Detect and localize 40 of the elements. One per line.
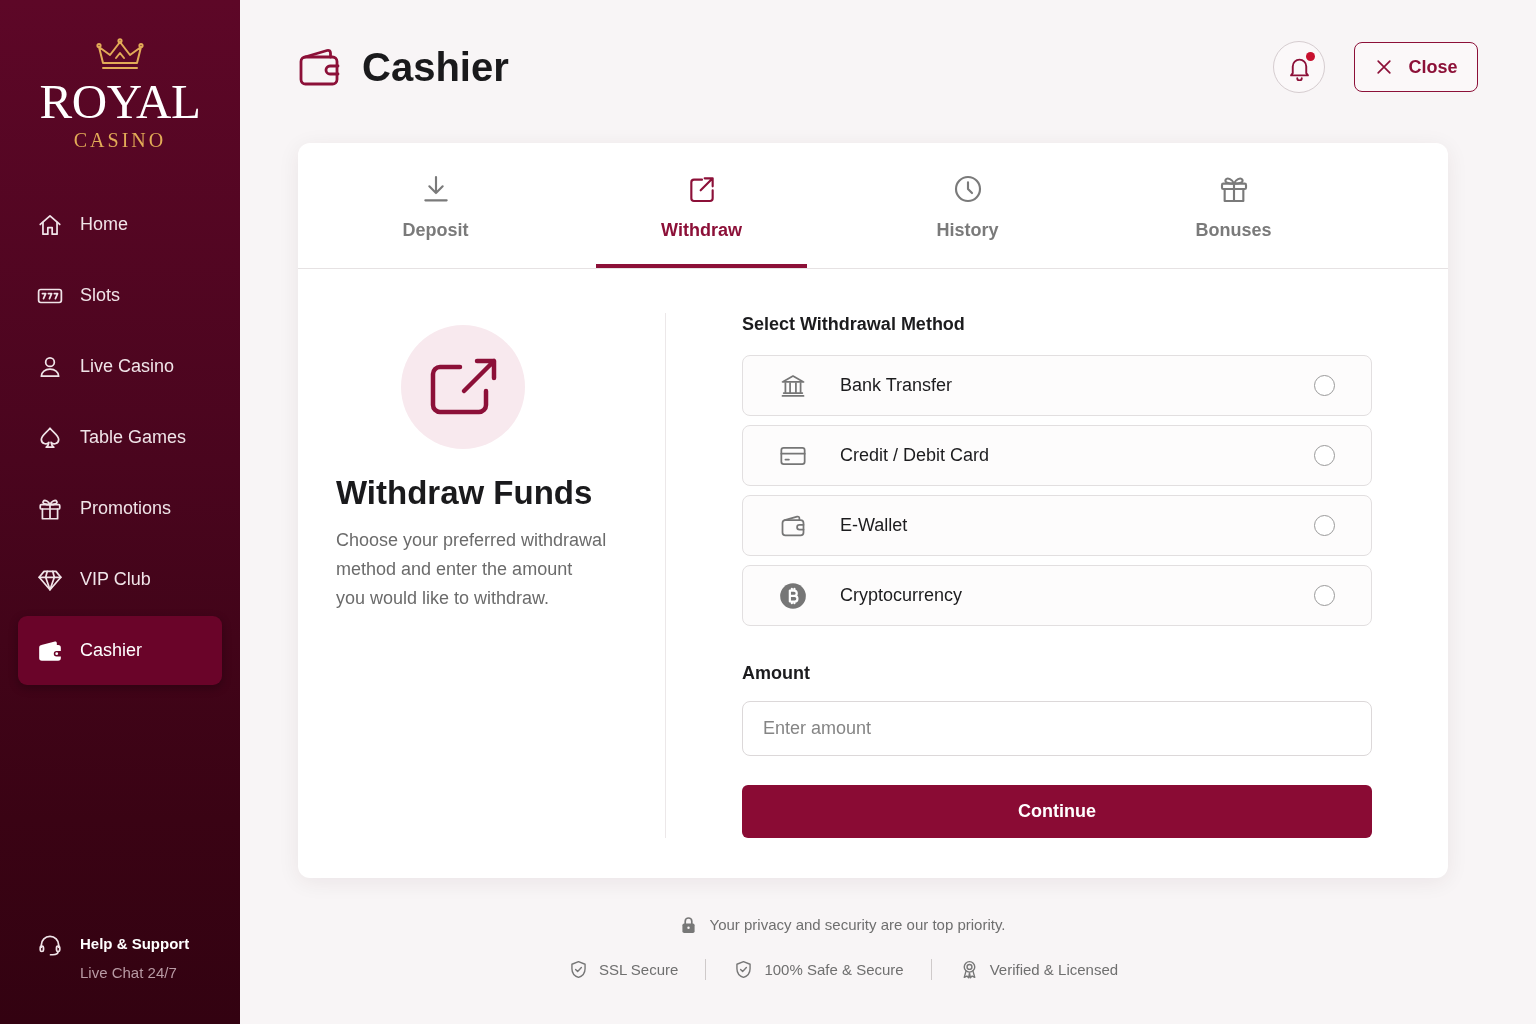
logo-title: ROYAL <box>39 78 201 126</box>
tab[interactable]: Bonuses <box>1128 143 1339 268</box>
amount-input[interactable]: Enter amount <box>742 701 1372 756</box>
wallet-icon <box>298 47 342 87</box>
badge-label: 100% Safe & Secure <box>764 959 904 980</box>
support-link[interactable]: Help & Support Live Chat 24/7 <box>18 934 190 983</box>
radio-button[interactable] <box>1314 585 1335 606</box>
tab[interactable]: Deposit <box>330 143 541 268</box>
nav-item[interactable]: Table Games <box>18 403 222 472</box>
nav-item[interactable]: VIP Club <box>18 545 222 614</box>
nav-item[interactable]: Home <box>18 190 222 259</box>
radio-button[interactable] <box>1314 445 1335 466</box>
section-heading: Select Withdrawal Method <box>742 313 966 335</box>
bitcoin-icon <box>779 581 807 610</box>
method-option[interactable]: Cryptocurrency <box>742 565 1372 626</box>
method-option[interactable]: Bank Transfer <box>742 355 1372 416</box>
nav-item[interactable]: Promotions <box>18 474 222 543</box>
badge-label: Verified & Licensed <box>989 959 1119 980</box>
method-option[interactable]: E-Wallet <box>742 495 1372 556</box>
method-option[interactable]: Credit / Debit Card <box>742 425 1372 486</box>
nav-item[interactable]: Live Casino <box>18 332 222 401</box>
panel-title: Withdraw Funds <box>336 473 594 513</box>
page-title: Cashier <box>362 44 509 91</box>
field-label: Amount <box>742 662 811 684</box>
notifications-button[interactable] <box>1273 41 1325 93</box>
badge-label: SSL Secure <box>598 959 679 980</box>
radio-button[interactable] <box>1314 375 1335 396</box>
crown-icon <box>94 38 146 72</box>
close-button[interactable]: Close <box>1354 42 1478 92</box>
tab[interactable]: History <box>862 143 1073 268</box>
external-link-icon <box>401 325 525 449</box>
nav-item[interactable]: Cashier <box>18 616 222 685</box>
radio-button[interactable] <box>1314 515 1335 536</box>
logo-subtitle: CASINO <box>73 128 167 152</box>
privacy-note: Your privacy and security are our top priority. <box>709 915 1006 935</box>
nav-item[interactable]: Slots <box>18 261 222 330</box>
description-text: Choose your preferred withdrawal method and enter the amount you would like to withdraw. <box>336 529 608 610</box>
lock-icon <box>680 916 696 934</box>
tab[interactable]: Withdraw <box>596 143 807 268</box>
continue-button[interactable]: Continue <box>742 785 1372 838</box>
